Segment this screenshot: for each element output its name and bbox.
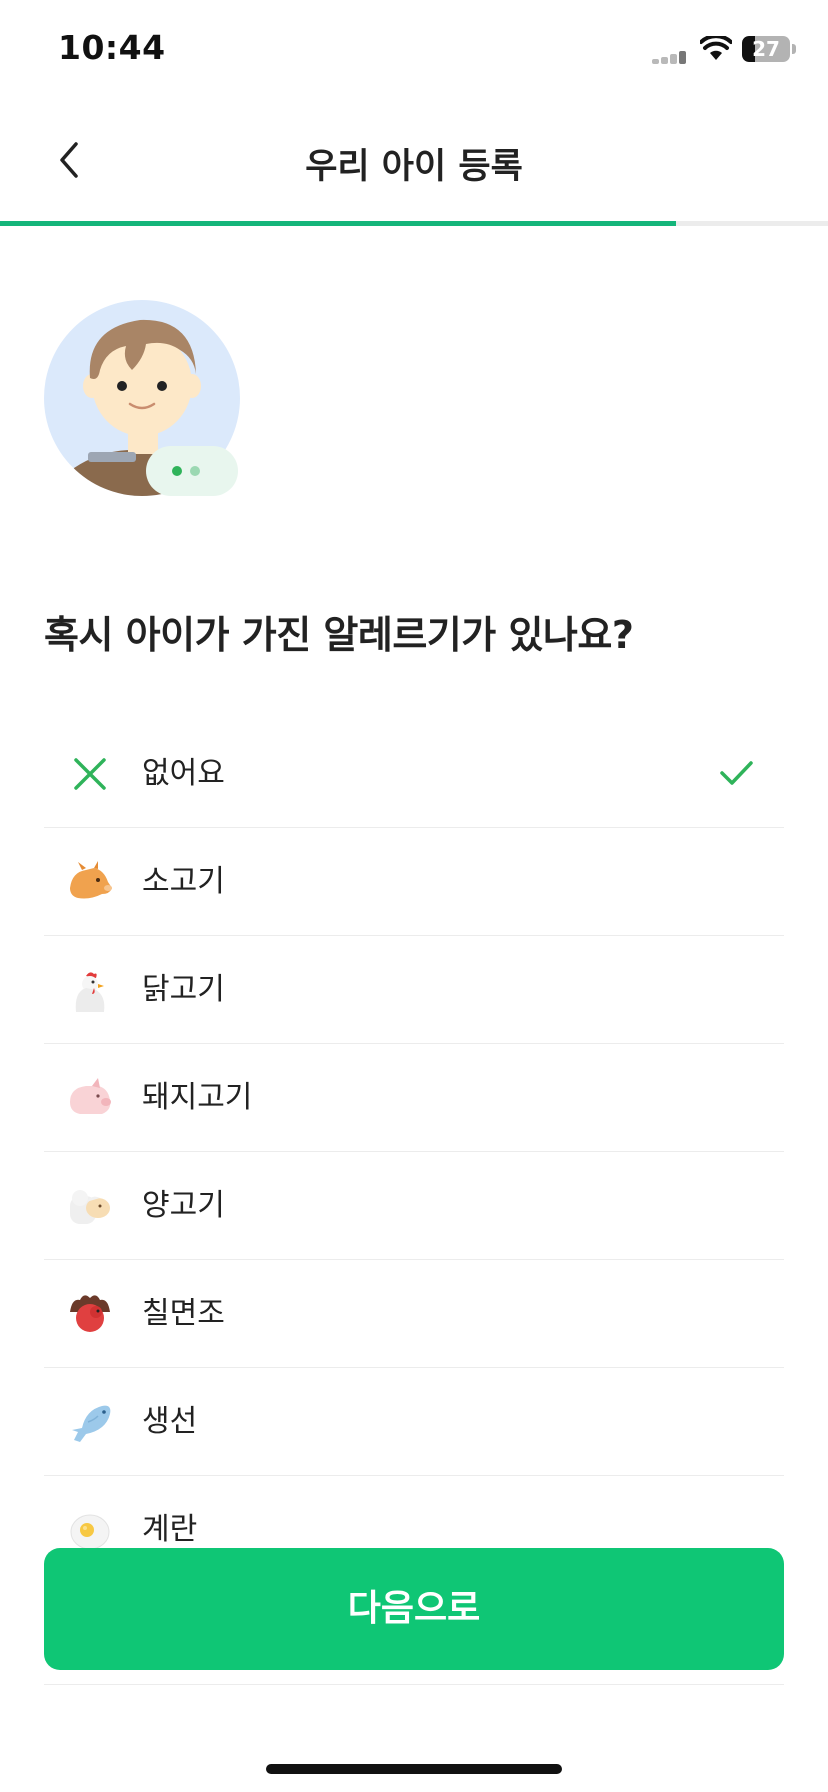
question-heading: 혹시 아이가 가진 알레르기가 있나요? xyxy=(44,613,634,657)
egg-icon xyxy=(70,1514,110,1550)
close-icon xyxy=(74,758,106,790)
option-label: 칠면조 xyxy=(142,1296,225,1331)
fish-icon xyxy=(72,1405,111,1442)
battery-level: 27 xyxy=(752,37,780,61)
nav-bar: 우리 아이 등록 xyxy=(0,110,828,210)
option-beef[interactable]: 소고기 xyxy=(44,828,784,936)
option-none[interactable]: 없어요 xyxy=(44,720,784,828)
typing-indicator xyxy=(146,446,238,496)
progress-bar xyxy=(0,221,828,226)
turkey-icon xyxy=(70,1295,110,1332)
chicken-icon xyxy=(75,972,105,1012)
option-turkey[interactable]: 칠면조 xyxy=(44,1260,784,1368)
home-indicator xyxy=(266,1764,562,1774)
battery-cap xyxy=(792,44,796,54)
divider xyxy=(44,1684,784,1685)
option-lamb[interactable]: 양고기 xyxy=(44,1152,784,1260)
wifi-icon xyxy=(700,36,732,60)
status-bar: 10:44 27 xyxy=(0,0,828,100)
cow-icon xyxy=(70,861,112,899)
cellular-signal-icon xyxy=(652,50,692,64)
progress-fill xyxy=(0,221,677,226)
option-pork[interactable]: 돼지고기 xyxy=(44,1044,784,1152)
status-time: 10:44 xyxy=(58,28,166,67)
option-chicken[interactable]: 닭고기 xyxy=(44,936,784,1044)
page-title: 우리 아이 등록 xyxy=(305,147,523,187)
option-fish[interactable]: 생선 xyxy=(44,1368,784,1476)
option-label: 닭고기 xyxy=(142,972,225,1007)
pig-icon xyxy=(70,1078,111,1114)
sheep-icon xyxy=(70,1190,110,1224)
check-icon xyxy=(720,761,753,785)
allergy-list: 없어요 소고기 닭고기 돼지고기 양고기 칠면조 생선 계란 xyxy=(44,720,784,1584)
option-label: 생선 xyxy=(142,1404,198,1439)
option-label: 양고기 xyxy=(142,1188,225,1223)
option-label: 없어요 xyxy=(142,756,225,791)
battery-icon: 27 xyxy=(742,36,790,62)
option-label: 소고기 xyxy=(142,864,225,899)
option-label: 돼지고기 xyxy=(142,1080,253,1115)
next-button[interactable]: 다음으로 xyxy=(44,1548,784,1670)
